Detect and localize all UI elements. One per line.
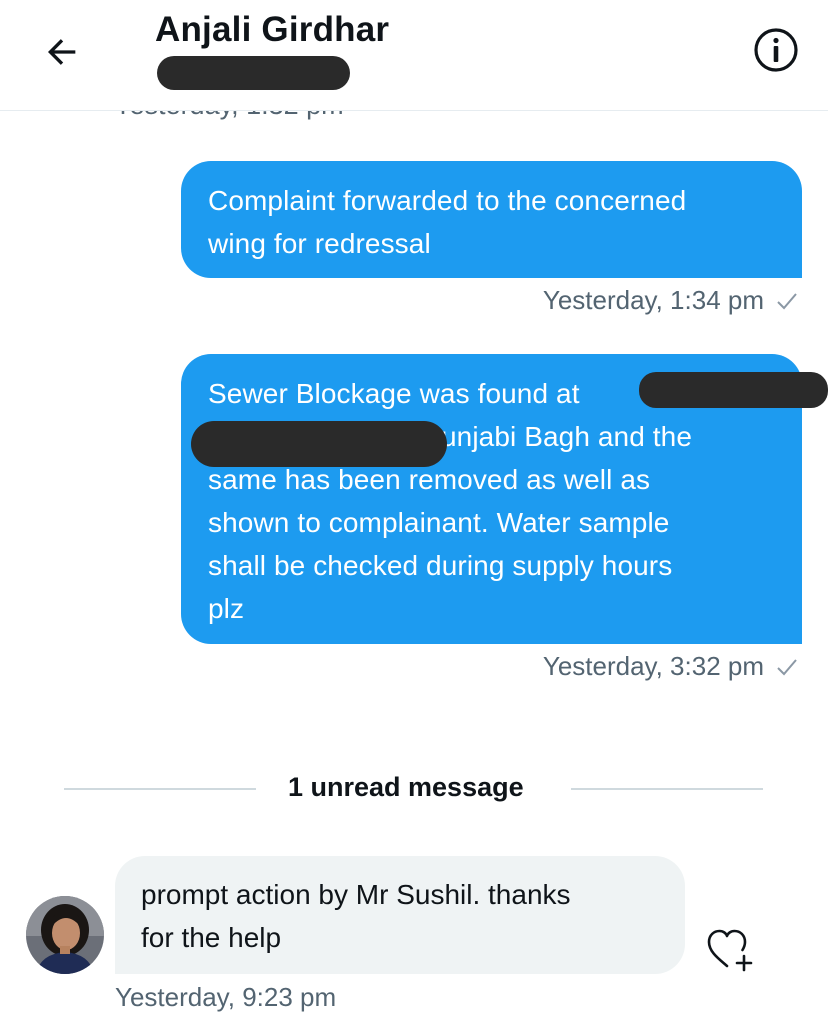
info-icon bbox=[754, 28, 798, 72]
divider-line bbox=[64, 788, 256, 790]
outgoing-message[interactable]: Complaint forwarded to the concerned win… bbox=[181, 161, 802, 278]
avatar-image bbox=[26, 896, 104, 974]
react-button[interactable] bbox=[705, 926, 755, 972]
message-timestamp: Yesterday, 3:32 pm bbox=[543, 651, 798, 682]
unread-label: 1 unread message bbox=[288, 772, 524, 802]
avatar[interactable] bbox=[26, 896, 104, 974]
timestamp-text: Yesterday, 3:32 pm bbox=[542, 651, 764, 681]
timestamp-text: Yesterday, 1:34 pm bbox=[542, 285, 764, 315]
contact-name[interactable]: Anjali Girdhar bbox=[155, 10, 389, 50]
divider-line bbox=[571, 788, 763, 790]
redaction-bar bbox=[191, 421, 447, 467]
message-timestamp: Yesterday, 9:23 pm bbox=[115, 982, 337, 1012]
message-line: plz bbox=[208, 593, 245, 624]
arrow-left-icon bbox=[48, 39, 76, 65]
redaction-bar bbox=[639, 372, 828, 408]
info-button[interactable] bbox=[752, 26, 800, 74]
message-line: prompt action by Mr Sushil. thanks bbox=[141, 879, 571, 910]
message-line: shall be checked during supply hours bbox=[208, 550, 673, 581]
incoming-message[interactable]: prompt action by Mr Sushil. thanks for t… bbox=[115, 856, 685, 974]
heart-plus-icon bbox=[707, 929, 753, 972]
message-line: shown to complainant. Water sample bbox=[208, 507, 670, 538]
message-line: wing for redressal bbox=[208, 228, 431, 259]
unread-divider: 1 unread message bbox=[0, 766, 828, 812]
message-line: for the help bbox=[141, 922, 282, 953]
back-button[interactable] bbox=[40, 30, 84, 74]
message-timestamp: Yesterday, 1:34 pm bbox=[543, 285, 798, 316]
dm-conversation-screen: Yesterday, 1:32 pm Anjali Girdhar Compla… bbox=[0, 0, 828, 1024]
message-line: Complaint forwarded to the concerned bbox=[208, 185, 687, 216]
conversation-header: Anjali Girdhar bbox=[0, 0, 828, 111]
redacted-handle bbox=[157, 56, 350, 90]
sent-check-icon bbox=[777, 658, 797, 675]
sent-check-icon bbox=[777, 292, 797, 309]
